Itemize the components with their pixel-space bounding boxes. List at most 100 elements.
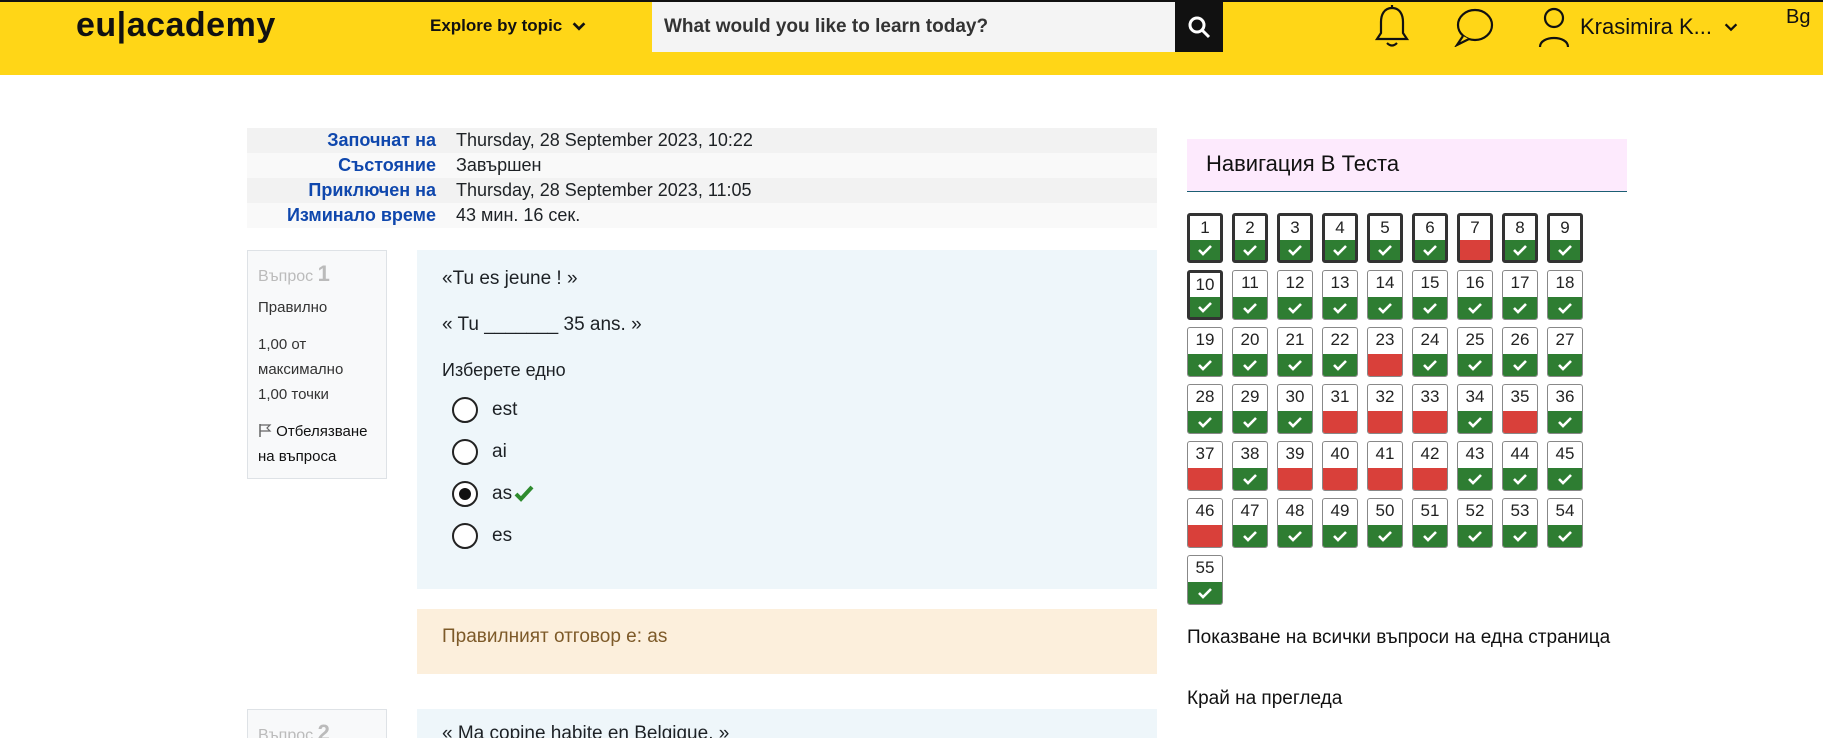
- quiz-nav-button[interactable]: 36: [1547, 384, 1583, 434]
- explore-by-topic-menu[interactable]: Explore by topic: [430, 16, 588, 36]
- notifications-button[interactable]: [1370, 4, 1414, 50]
- quiz-nav-button[interactable]: 17: [1502, 270, 1538, 320]
- quiz-nav-button[interactable]: 34: [1457, 384, 1493, 434]
- check-icon: [1558, 360, 1572, 371]
- quiz-nav-button[interactable]: 6: [1412, 213, 1448, 263]
- quiz-nav-button[interactable]: 47: [1232, 498, 1268, 548]
- radio-button[interactable]: [452, 523, 478, 549]
- radio-button[interactable]: [452, 439, 478, 465]
- quiz-nav-button[interactable]: 8: [1502, 213, 1538, 263]
- quiz-nav-button[interactable]: 40: [1322, 441, 1358, 491]
- quiz-nav-button[interactable]: 2: [1232, 213, 1268, 263]
- grade-line: 1,00 точки: [258, 386, 329, 403]
- quiz-nav-button[interactable]: 4: [1322, 213, 1358, 263]
- quiz-nav-button[interactable]: 26: [1502, 327, 1538, 377]
- check-icon: [1333, 531, 1347, 542]
- question-number: Въпрос 2: [258, 720, 376, 738]
- quiz-nav-button[interactable]: 38: [1232, 441, 1268, 491]
- quiz-nav-button[interactable]: 35: [1502, 384, 1538, 434]
- check-icon: [1198, 302, 1212, 313]
- quiz-nav-button[interactable]: 51: [1412, 498, 1448, 548]
- quiz-nav-button[interactable]: 15: [1412, 270, 1448, 320]
- flag-question-link[interactable]: Отбелязване на въпроса: [258, 419, 376, 469]
- quiz-nav-button[interactable]: 14: [1367, 270, 1403, 320]
- quiz-nav-button[interactable]: 9: [1547, 213, 1583, 263]
- finish-review-link[interactable]: Край на прегледа: [1187, 686, 1342, 712]
- quiz-nav-button[interactable]: 12: [1277, 270, 1313, 320]
- quiz-nav-button[interactable]: 31: [1322, 384, 1358, 434]
- quiz-nav-button[interactable]: 45: [1547, 441, 1583, 491]
- answer-option[interactable]: ai: [442, 431, 1132, 473]
- quiz-nav-button[interactable]: 50: [1367, 498, 1403, 548]
- quiz-nav-button[interactable]: 19: [1187, 327, 1223, 377]
- quiz-nav-button[interactable]: 5: [1367, 213, 1403, 263]
- check-icon: [1198, 245, 1212, 256]
- radio-button[interactable]: [452, 397, 478, 423]
- quiz-nav-number: 14: [1375, 273, 1395, 292]
- quiz-nav-button[interactable]: 20: [1232, 327, 1268, 377]
- quiz-nav-button[interactable]: 30: [1277, 384, 1313, 434]
- answer-option[interactable]: est: [442, 389, 1132, 431]
- check-icon: [1378, 245, 1392, 256]
- attempt-row-started: Започнат на Thursday, 28 September 2023,…: [247, 128, 1157, 153]
- quiz-nav-button[interactable]: 46: [1187, 498, 1223, 548]
- quiz-nav-button[interactable]: 27: [1547, 327, 1583, 377]
- quiz-nav-button[interactable]: 28: [1187, 384, 1223, 434]
- radio-button-selected[interactable]: [452, 481, 478, 507]
- quiz-nav-button[interactable]: 29: [1232, 384, 1268, 434]
- check-icon: [1243, 303, 1257, 314]
- check-icon: [1513, 303, 1527, 314]
- correct-answer-feedback: Правилният отговор е: as: [417, 609, 1157, 674]
- quiz-nav-button[interactable]: 37: [1187, 441, 1223, 491]
- quiz-nav-button[interactable]: 3: [1277, 213, 1313, 263]
- check-icon: [1198, 417, 1212, 428]
- quiz-nav-button[interactable]: 39: [1277, 441, 1313, 491]
- quiz-nav-button[interactable]: 7: [1457, 213, 1493, 263]
- quiz-nav-button[interactable]: 55: [1187, 555, 1223, 605]
- quiz-nav-button[interactable]: 22: [1322, 327, 1358, 377]
- quiz-navigation-grid: 1 2 3 4 5 6 7 8 9 10 11 12 13 14 15 16 17 18 19 20 21 22 23 24 2…: [1187, 213, 1627, 605]
- quiz-nav-number: 34: [1465, 387, 1485, 406]
- quiz-nav-button[interactable]: 11: [1232, 270, 1268, 320]
- messages-button[interactable]: [1452, 4, 1496, 50]
- quiz-nav-button[interactable]: 48: [1277, 498, 1313, 548]
- quiz-nav-button[interactable]: 24: [1412, 327, 1448, 377]
- quiz-nav-button[interactable]: 33: [1412, 384, 1448, 434]
- check-icon: [1468, 531, 1482, 542]
- quiz-nav-button[interactable]: 53: [1502, 498, 1538, 548]
- quiz-nav-button[interactable]: 21: [1277, 327, 1313, 377]
- quiz-nav-button[interactable]: 42: [1412, 441, 1448, 491]
- search-button[interactable]: [1175, 2, 1223, 52]
- quiz-nav-button[interactable]: 41: [1367, 441, 1403, 491]
- quiz-nav-button[interactable]: 32: [1367, 384, 1403, 434]
- quiz-nav-button[interactable]: 16: [1457, 270, 1493, 320]
- correct-state-indicator: [1235, 240, 1265, 260]
- quiz-nav-number: 28: [1195, 387, 1215, 406]
- search-input[interactable]: [652, 2, 1175, 52]
- quiz-nav-button[interactable]: 10: [1187, 270, 1223, 320]
- quiz-nav-button[interactable]: 52: [1457, 498, 1493, 548]
- correct-state-indicator: [1280, 240, 1310, 260]
- quiz-nav-button[interactable]: 44: [1502, 441, 1538, 491]
- quiz-nav-button[interactable]: 43: [1457, 441, 1493, 491]
- check-icon: [1468, 360, 1482, 371]
- incorrect-state-indicator: [1188, 525, 1222, 547]
- quiz-nav-button[interactable]: 1: [1187, 213, 1223, 263]
- show-all-questions-link[interactable]: Показване на всички въпроси на една стра…: [1187, 625, 1627, 651]
- user-menu[interactable]: Krasimira K...: [1538, 4, 1740, 50]
- correct-state-indicator: [1503, 297, 1537, 319]
- answer-option[interactable]: as: [442, 473, 1132, 515]
- site-logo[interactable]: eu|academy: [76, 6, 276, 45]
- quiz-nav-button[interactable]: 13: [1322, 270, 1358, 320]
- quiz-nav-button[interactable]: 49: [1322, 498, 1358, 548]
- language-selector[interactable]: Bg: [1786, 6, 1810, 29]
- quiz-nav-button[interactable]: 18: [1547, 270, 1583, 320]
- quiz-nav-number: 17: [1510, 273, 1530, 292]
- quiz-nav-number: 10: [1195, 275, 1215, 294]
- quiz-nav-button[interactable]: 25: [1457, 327, 1493, 377]
- correct-state-indicator: [1278, 354, 1312, 376]
- quiz-nav-button[interactable]: 54: [1547, 498, 1583, 548]
- correct-state-indicator: [1548, 411, 1582, 433]
- quiz-nav-button[interactable]: 23: [1367, 327, 1403, 377]
- answer-option[interactable]: es: [442, 515, 1132, 557]
